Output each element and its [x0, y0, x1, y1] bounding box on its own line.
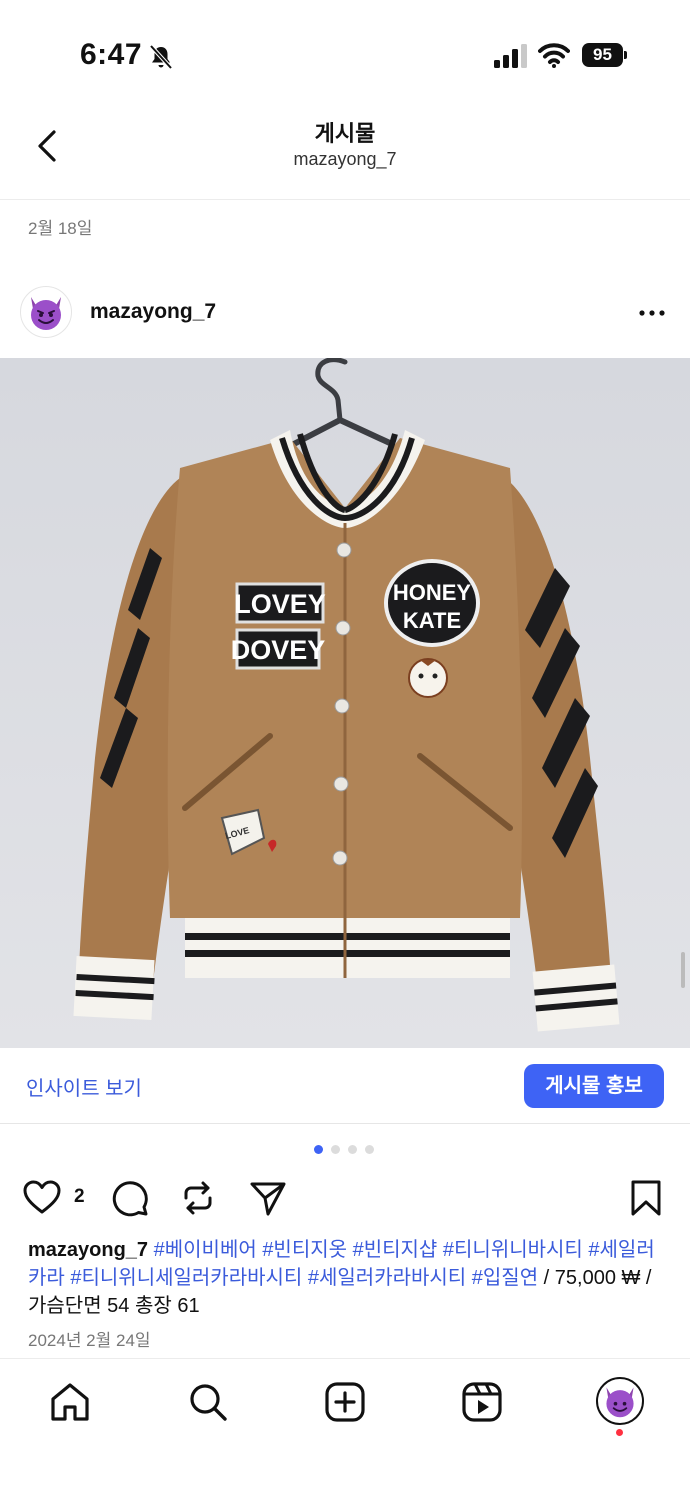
post-caption: mazayong_7 #베이비베어 #빈티지옷 #빈티지샵 #티니위니바시티 #… [28, 1239, 655, 1317]
heart-icon[interactable] [22, 1178, 62, 1218]
post-date: 2024년 2월 24일 [28, 1331, 151, 1350]
post-header: mazayong_7 [0, 284, 690, 344]
date-label: 2월 18일 [28, 219, 93, 238]
profile-tab[interactable] [596, 1377, 644, 1425]
carousel-dot-active [314, 1145, 323, 1154]
carousel-dot [365, 1145, 374, 1154]
carousel-dot [331, 1145, 340, 1154]
scrollbar[interactable] [681, 952, 685, 988]
send-icon[interactable] [248, 1178, 288, 1218]
comment-icon[interactable] [110, 1178, 150, 1218]
bell-muted-icon [149, 44, 173, 70]
bottom-tab-bar [0, 1358, 690, 1500]
hashtag[interactable]: #빈티지샵 [353, 1239, 438, 1261]
actions-row: 2 [0, 1172, 690, 1222]
post-image[interactable]: LOVEY DOVEY HONEY KATE LOVE [0, 358, 690, 1048]
hashtag[interactable]: #입질연 [472, 1267, 538, 1289]
avatar[interactable] [20, 286, 72, 338]
hashtag[interactable]: #빈티지옷 [262, 1239, 347, 1261]
notification-dot [616, 1429, 623, 1436]
caption-username[interactable]: mazayong_7 [28, 1239, 148, 1261]
carousel-dot [348, 1145, 357, 1154]
bookmark-icon[interactable] [626, 1178, 666, 1218]
hashtag[interactable]: #티니위니세일러카라바시티 [70, 1267, 302, 1289]
cellular-signal-icon [494, 44, 527, 68]
promote-post-button[interactable]: 게시물 홍보 [524, 1064, 664, 1108]
status-bar: 6:47 95 [0, 0, 690, 100]
carousel-dots [314, 1145, 378, 1155]
lovey-patch: LOVEY [234, 589, 326, 619]
hashtag[interactable]: #베이비베어 [154, 1239, 257, 1261]
home-icon[interactable] [47, 1379, 93, 1425]
jacket-photo: LOVEY DOVEY HONEY KATE LOVE [0, 358, 690, 1048]
reels-icon[interactable] [459, 1379, 505, 1425]
page-subtitle: mazayong_7 [293, 149, 397, 169]
create-icon[interactable] [322, 1379, 368, 1425]
search-icon[interactable] [185, 1379, 231, 1425]
more-horizontal-icon[interactable] [630, 298, 674, 328]
repost-icon[interactable] [178, 1178, 218, 1218]
honey-patch: HONEY [393, 580, 472, 605]
devil-emoji-icon [31, 297, 61, 330]
insights-row: 인사이트 보기 게시물 홍보 [0, 1050, 690, 1124]
status-time: 6:47 [80, 38, 143, 71]
nav-header: 게시물 mazayong_7 [0, 100, 690, 200]
profile-icon [606, 1387, 634, 1418]
kate-patch: KATE [403, 608, 461, 633]
like-count[interactable]: 2 [74, 1186, 85, 1208]
post-username[interactable]: mazayong_7 [90, 300, 216, 324]
view-insights-link[interactable]: 인사이트 보기 [26, 1072, 142, 1101]
wifi-icon [538, 43, 570, 68]
battery-level: 95 [582, 43, 623, 67]
page-title: 게시물 [314, 121, 376, 146]
hashtag[interactable]: #티니위니바시티 [443, 1239, 583, 1261]
dovey-patch: DOVEY [231, 635, 326, 665]
hashtag[interactable]: #세일러카라바시티 [308, 1267, 466, 1289]
battery-indicator: 95 [582, 43, 628, 67]
